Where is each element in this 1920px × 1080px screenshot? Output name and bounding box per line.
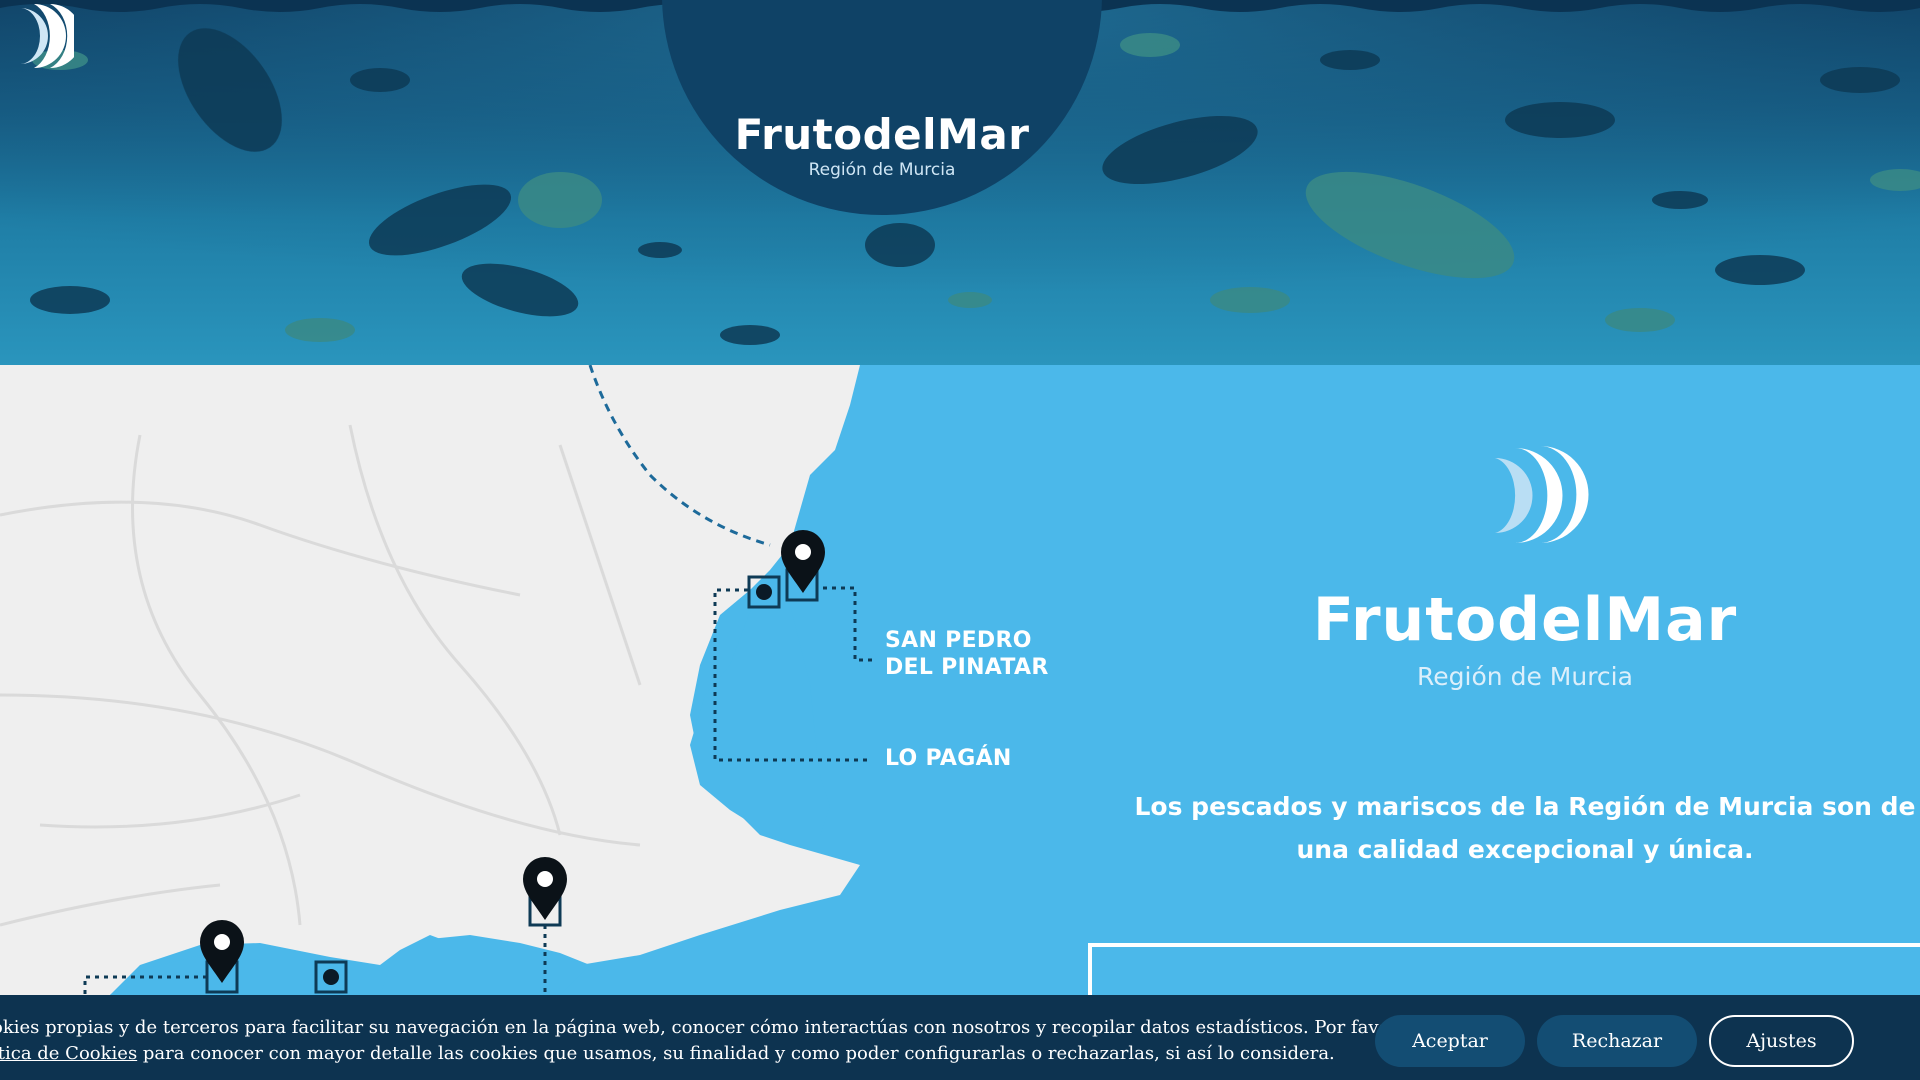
reject-cookies-button[interactable]: Rechazar bbox=[1537, 1015, 1697, 1067]
cookie-policy-link[interactable]: ítica de Cookies bbox=[0, 1043, 137, 1064]
intro-text-line2: una calidad excepcional y única. bbox=[1296, 835, 1754, 864]
map-label-san-pedro[interactable]: SAN PEDRO DEL PINATAR bbox=[885, 627, 1049, 681]
cookie-banner-text: okies propias y de terceros para facilit… bbox=[0, 1015, 1402, 1067]
intro-brand-subtitle: Región de Murcia bbox=[1417, 662, 1633, 691]
cookie-settings-button[interactable]: Ajustes bbox=[1709, 1015, 1854, 1067]
hero-brand-name[interactable]: FrutodelMar bbox=[662, 110, 1102, 159]
cookie-text-line2-rest: para conocer con mayor detalle las cooki… bbox=[137, 1043, 1335, 1064]
hero-banner: FrutodelMar Región de Murcia bbox=[0, 0, 1920, 365]
hero-brand-subtitle: Región de Murcia bbox=[808, 160, 956, 180]
map-label-san-pedro-line2: DEL PINATAR bbox=[885, 655, 1049, 680]
map-label-lo-pagan[interactable]: LO PAGÁN bbox=[885, 745, 1012, 772]
coast-map: SAN PEDRO DEL PINATAR LO PAGÁN bbox=[0, 365, 1110, 995]
accept-cookies-button[interactable]: Aceptar bbox=[1375, 1015, 1525, 1067]
cookie-text-line1: okies propias y de terceros para facilit… bbox=[0, 1017, 1402, 1038]
crescent-waves-icon bbox=[1495, 446, 1589, 543]
intro-brand-name: FrutodelMar bbox=[1312, 585, 1738, 655]
crescent-waves-icon bbox=[20, 4, 74, 68]
cookie-text-line2: ítica de Cookies para conocer con mayor … bbox=[0, 1041, 1335, 1067]
intro-text-line1: Los pescados y mariscos de la Región de … bbox=[1134, 792, 1916, 821]
intro-text: Los pescados y mariscos de la Región de … bbox=[1130, 785, 1920, 871]
map-label-san-pedro-line1: SAN PEDRO bbox=[885, 628, 1032, 653]
